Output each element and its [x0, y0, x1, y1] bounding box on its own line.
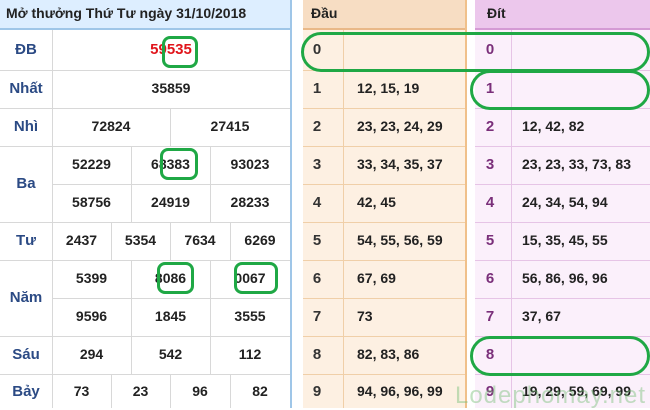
- dit-digit: 5: [485, 232, 495, 249]
- prize-label-bay: Bảy: [12, 383, 40, 400]
- dit-digit: 2: [485, 118, 495, 135]
- dau-values: 73: [357, 308, 373, 324]
- dau-digit: 1: [312, 80, 322, 97]
- prize-label-tu: Tư: [15, 232, 37, 249]
- prize-tu-value: 5354: [124, 232, 157, 248]
- prize-tu-value: 7634: [184, 232, 216, 248]
- dau-digit: 4: [312, 194, 322, 211]
- prize-ba-value: 52229: [72, 156, 111, 172]
- highlight-ring-ba: [160, 148, 198, 180]
- dau-values: 33, 34, 35, 37: [357, 156, 443, 172]
- highlight-ring-nam-2: [234, 262, 278, 294]
- prize-label-nhi: Nhì: [13, 118, 39, 135]
- dau-values: 42, 45: [357, 194, 396, 210]
- dau-values: 67, 69: [357, 270, 396, 286]
- highlight-ring-dit-8: [470, 336, 650, 376]
- prize-nam-value: 3555: [234, 308, 266, 324]
- prize-sau-value: 294: [79, 346, 104, 362]
- prize-ba-value: 93023: [230, 156, 270, 172]
- dau-digit: 5: [312, 232, 322, 249]
- prize-bay-value: 96: [192, 383, 208, 399]
- prize-nhi-value: 27415: [210, 118, 250, 134]
- prize-bay-value: 23: [132, 383, 149, 399]
- dit-digit: 7: [485, 308, 495, 325]
- dit-header: Đít: [475, 0, 650, 30]
- dit-values: 56, 86, 96, 96: [522, 270, 608, 286]
- dau-digit: 2: [312, 118, 322, 135]
- prize-nhat-value: 35859: [151, 80, 191, 96]
- prize-ba-value: 58756: [72, 194, 111, 210]
- prize-sau-value: 542: [158, 346, 183, 362]
- dau-values: 82, 83, 86: [357, 346, 420, 362]
- prize-sau-value: 112: [238, 346, 262, 362]
- prize-tu-value: 2437: [65, 232, 98, 248]
- highlight-ring-zero-row: [301, 32, 650, 72]
- prize-nam-value: 1845: [154, 308, 187, 324]
- dau-header: Đầu: [303, 0, 465, 30]
- prize-ba-value: 28233: [230, 194, 270, 210]
- dit-values: 23, 23, 33, 73, 83: [522, 156, 631, 172]
- dau-digit: 3: [312, 156, 322, 173]
- dit-digit: 3: [485, 156, 495, 173]
- dit-values: 12, 42, 82: [522, 118, 585, 134]
- highlight-ring-dit-1: [470, 70, 650, 110]
- dau-values: 94, 96, 96, 99: [357, 383, 443, 399]
- dau-values: 12, 15, 19: [357, 80, 420, 96]
- dau-values: 54, 55, 56, 59: [357, 232, 443, 248]
- watermark: Lodephomay.net: [454, 382, 646, 409]
- prize-label-nhat: Nhất: [9, 80, 43, 97]
- prize-nam-value: 5399: [75, 270, 108, 286]
- dit-values: 15, 35, 45, 55: [522, 232, 608, 248]
- prize-label-sau: Sáu: [12, 346, 40, 363]
- prize-label-ba: Ba: [16, 175, 36, 192]
- highlight-ring-db: [162, 36, 198, 68]
- prize-label-nam: Năm: [9, 289, 43, 306]
- prize-bay-value: 82: [252, 383, 268, 399]
- panel-divider: [290, 0, 303, 408]
- dit-digit: 4: [485, 194, 495, 211]
- highlight-ring-nam: [157, 262, 194, 294]
- results-header: Mở thưởng Thứ Tư ngày 31/10/2018: [0, 0, 290, 30]
- prize-bay-value: 73: [73, 383, 90, 399]
- prize-nam-value: 9596: [75, 308, 108, 324]
- prize-tu-value: 6269: [244, 232, 276, 248]
- prize-label-db: ĐB: [15, 41, 37, 58]
- dit-values: 37, 67: [522, 308, 561, 324]
- dau-digit: 8: [312, 346, 322, 363]
- dit-digit: 6: [485, 270, 495, 287]
- dau-values: 23, 23, 24, 29: [357, 118, 443, 134]
- dau-digit: 6: [312, 270, 322, 287]
- dau-digit: 7: [312, 308, 322, 325]
- dau-digit: 9: [312, 383, 322, 400]
- prize-nhi-value: 72824: [91, 118, 131, 134]
- prize-ba-value: 24919: [151, 194, 190, 210]
- dit-values: 24, 34, 54, 94: [522, 194, 608, 210]
- results-panel: Mở thưởng Thứ Tư ngày 31/10/2018 ĐB Nhất…: [0, 0, 290, 408]
